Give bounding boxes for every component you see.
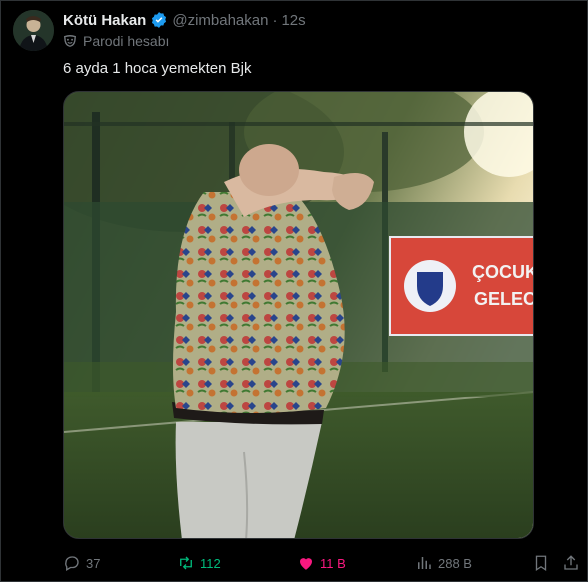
reply-button[interactable]: 37 <box>63 552 100 574</box>
tweet-card[interactable]: Kötü Hakan @zimbahakan · 12s Parodi hesa… <box>0 0 588 582</box>
heart-icon <box>300 558 312 570</box>
author-name[interactable]: Kötü Hakan <box>63 12 146 29</box>
parody-label: Parodi hesabı <box>63 33 169 49</box>
banner-line-2: GELEC <box>474 289 534 309</box>
author-handle[interactable]: @zimbahakan <box>172 12 268 29</box>
views-count: 288 B <box>438 555 472 571</box>
share-button[interactable] <box>562 552 580 574</box>
retweet-count: 112 <box>200 555 221 571</box>
views-button[interactable]: 288 B <box>415 552 472 574</box>
verified-badge-icon <box>150 11 168 29</box>
like-button[interactable]: 11 B <box>297 552 346 574</box>
parody-mask-icon <box>63 35 77 47</box>
tweet-header: Kötü Hakan @zimbahakan · 12s <box>63 10 306 30</box>
tweet-photo[interactable]: ÇOCUKL GELEC <box>63 91 534 539</box>
retweet-icon <box>180 556 192 570</box>
banner-line-1: ÇOCUKL <box>472 262 534 282</box>
retweet-button[interactable]: 112 <box>177 552 221 574</box>
bookmark-button[interactable] <box>532 552 550 574</box>
like-count: 11 B <box>320 555 346 571</box>
parody-label-text: Parodi hesabı <box>83 33 170 49</box>
bookmark-icon <box>535 555 547 572</box>
timestamp[interactable]: 12s <box>281 12 305 29</box>
separator-dot: · <box>272 11 278 29</box>
tweet-text: 6 ayda 1 hoca yemekten Bjk <box>63 60 252 77</box>
share-icon <box>564 555 578 570</box>
views-chart-icon <box>418 557 431 569</box>
action-bar: 37 112 11 B 288 B <box>63 552 578 574</box>
reply-count: 37 <box>86 555 101 571</box>
avatar[interactable] <box>13 10 54 51</box>
reply-icon <box>65 556 79 571</box>
